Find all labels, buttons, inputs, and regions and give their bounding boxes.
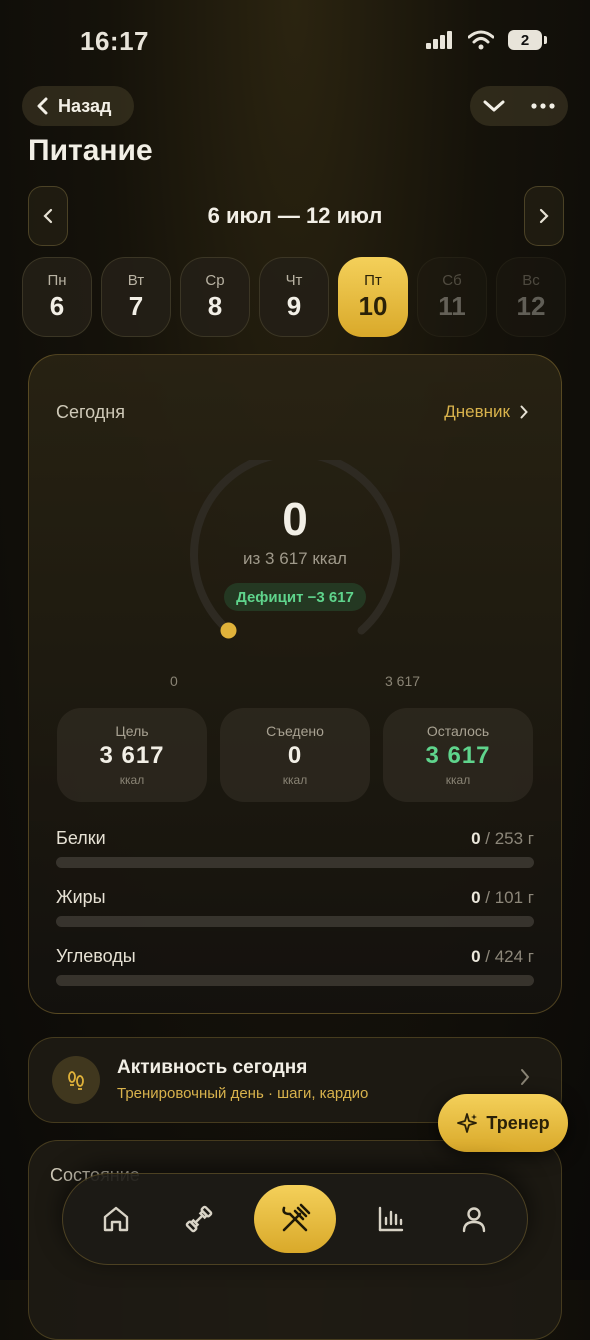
day-wed[interactable]: Ср 8	[180, 257, 250, 337]
day-name: Сб	[442, 272, 462, 289]
status-time: 16:17	[80, 26, 149, 56]
stat-unit: ккал	[282, 773, 308, 787]
stat-value: 3 617	[99, 742, 165, 769]
macro-goal: / 101 г	[480, 888, 534, 907]
next-week-button[interactable]	[524, 186, 564, 246]
macro-carbs-bar	[56, 975, 534, 986]
day-number: 9	[286, 291, 302, 321]
macro-fat-label: Жиры	[56, 887, 106, 907]
tab-stats[interactable]	[364, 1192, 418, 1246]
profile-icon	[462, 1207, 485, 1233]
wifi-icon	[468, 30, 494, 50]
day-number: 10	[358, 291, 388, 321]
activity-subtitle: Тренировочный день · шаги, кардио	[117, 1085, 369, 1102]
tab-workouts[interactable]	[172, 1192, 226, 1246]
day-name: Чт	[285, 272, 303, 289]
stat-eaten: Съедено 0 ккал	[220, 708, 370, 802]
macro-carbs-value: 0 / 424 г	[471, 947, 534, 967]
sparkle-icon	[457, 1113, 478, 1133]
week-range: 6 июл — 12 июл	[207, 203, 383, 228]
diary-link-label: Дневник	[444, 402, 510, 421]
macro-goal: / 253 г	[480, 829, 534, 848]
day-name: Пт	[364, 272, 382, 289]
kcal-consumed: 0	[282, 493, 308, 545]
kcal-goal-text: из 3 617 ккал	[243, 549, 347, 568]
dumbbell-icon	[185, 1205, 212, 1233]
day-mon[interactable]: Пн 6	[22, 257, 92, 337]
day-number: 11	[438, 291, 466, 321]
deficit-badge: Дефицит −3 617	[224, 583, 366, 611]
coach-button[interactable]: Тренер	[438, 1094, 568, 1152]
macro-carbs-label: Углеводы	[56, 946, 136, 966]
macro-current: 0	[471, 888, 481, 907]
tab-bar	[62, 1173, 528, 1265]
home-icon	[103, 1206, 129, 1232]
day-name: Ср	[205, 272, 225, 289]
stat-label: Съедено	[266, 723, 324, 739]
macro-protein-bar	[56, 857, 534, 868]
chevron-down-icon[interactable]	[483, 99, 505, 113]
diary-link[interactable]: Дневник	[444, 402, 528, 422]
stat-label: Осталось	[426, 723, 490, 739]
gauge-min: 0	[170, 673, 178, 689]
day-name: Вт	[127, 272, 145, 289]
day-name: Пн	[47, 272, 67, 289]
tab-profile[interactable]	[447, 1192, 501, 1246]
bar-chart-icon	[379, 1206, 404, 1232]
macro-protein-label: Белки	[56, 828, 106, 848]
stat-unit: ккал	[445, 773, 471, 787]
day-fri[interactable]: Пт 10	[338, 257, 408, 337]
macro-protein-value: 0 / 253 г	[471, 829, 534, 849]
tab-home[interactable]	[89, 1192, 143, 1246]
stat-unit: ккал	[119, 773, 145, 787]
activity-title: Активность сегодня	[117, 1057, 308, 1078]
signal-icon	[426, 31, 452, 49]
day-sat[interactable]: Сб 11	[417, 257, 487, 337]
today-label: Сегодня	[56, 402, 125, 422]
macro-current: 0	[471, 947, 481, 966]
chevron-right-icon	[520, 405, 528, 419]
back-label: Назад	[58, 95, 112, 116]
day-number: 12	[516, 291, 546, 321]
day-thu[interactable]: Чт 9	[259, 257, 329, 337]
chevron-left-icon	[37, 97, 48, 115]
day-sun[interactable]: Вс 12	[496, 257, 566, 337]
day-tue[interactable]: Вт 7	[101, 257, 171, 337]
coach-label: Тренер	[486, 1112, 550, 1133]
chevron-right-icon	[521, 1069, 530, 1085]
macro-goal: / 424 г	[480, 947, 534, 966]
tab-nutrition[interactable]	[253, 1185, 336, 1253]
back-button[interactable]: Назад	[22, 86, 134, 126]
day-number: 7	[128, 291, 144, 321]
battery-icon: 2	[508, 30, 547, 50]
stat-value: 3 617	[425, 742, 491, 769]
stat-label: Цель	[115, 723, 149, 739]
macro-current: 0	[471, 829, 481, 848]
footprints-icon	[52, 1056, 100, 1104]
header-actions	[470, 86, 568, 126]
macro-fat-bar	[56, 916, 534, 927]
chevron-right-icon	[539, 208, 549, 224]
stat-goal: Цель 3 617 ккал	[57, 708, 207, 802]
macro-fat-value: 0 / 101 г	[471, 888, 534, 908]
gauge-max: 3 617	[385, 673, 421, 689]
today-card	[28, 354, 562, 1014]
gauge-progress-dot	[220, 622, 237, 639]
stat-value: 0	[287, 742, 303, 769]
day-number: 8	[207, 291, 223, 321]
page-title: Питание	[28, 134, 153, 167]
stat-remaining: Осталось 3 617 ккал	[383, 708, 533, 802]
fork-knife-icon	[282, 1203, 311, 1232]
status-icons: 2	[426, 30, 547, 50]
day-name: Вс	[522, 272, 540, 289]
day-selector: Пн 6 Вт 7 Ср 8 Чт 9 Пт 10 Сб 11 Вс 12	[22, 257, 566, 337]
day-number: 6	[49, 291, 65, 321]
more-icon[interactable]	[531, 103, 555, 109]
